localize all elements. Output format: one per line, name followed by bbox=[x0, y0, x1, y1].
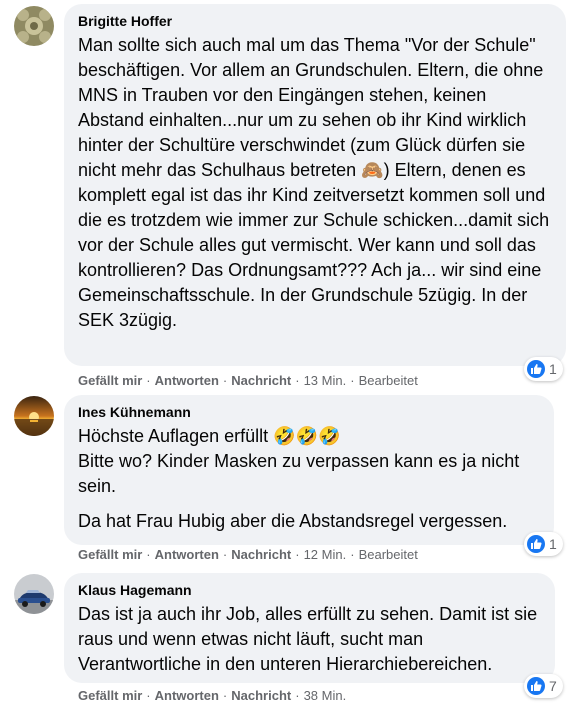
reaction-badge[interactable]: 1 bbox=[524, 357, 563, 381]
comment-author[interactable]: Brigitte Hoffer bbox=[78, 12, 552, 30]
comment-text: Höchste Auflagen erfüllt 🤣🤣🤣 Bitte wo? K… bbox=[78, 424, 540, 534]
comment-paragraph: Bitte wo? Kinder Masken zu verpassen kan… bbox=[78, 451, 520, 496]
comment-paragraph: Höchste Auflagen erfüllt 🤣🤣🤣 bbox=[78, 426, 341, 446]
thumbs-up-icon bbox=[527, 360, 545, 378]
message-button[interactable]: Nachricht bbox=[231, 547, 291, 562]
message-button[interactable]: Nachricht bbox=[231, 688, 291, 703]
reaction-count: 1 bbox=[549, 361, 557, 377]
reply-button[interactable]: Antworten bbox=[155, 688, 219, 703]
timestamp[interactable]: 13 Min. bbox=[304, 373, 347, 388]
comment-author[interactable]: Klaus Hagemann bbox=[78, 581, 541, 599]
reply-button[interactable]: Antworten bbox=[155, 547, 219, 562]
comment-paragraph: Man sollte sich auch mal um das Thema "V… bbox=[78, 35, 550, 330]
like-button[interactable]: Gefällt mir bbox=[78, 373, 142, 388]
comment-actions: Gefällt mir · Antworten · Nachricht · 12 Min. ·… bbox=[78, 547, 418, 562]
comment-bubble: Klaus Hagemann Das ist ja auch ihr Job, … bbox=[64, 573, 555, 683]
reaction-badge[interactable]: 1 bbox=[524, 532, 563, 556]
comment-bubble: Ines Kühnemann Höchste Auflagen erfüllt … bbox=[64, 395, 554, 545]
comment-paragraph: Da hat Frau Hubig aber die Abstandsregel… bbox=[78, 511, 508, 531]
avatar-ines-kuehnemann[interactable] bbox=[14, 396, 54, 436]
comment-paragraph: Das ist ja auch ihr Job, alles erfüllt z… bbox=[78, 604, 538, 674]
comment-author[interactable]: Ines Kühnemann bbox=[78, 403, 540, 421]
reaction-count: 1 bbox=[549, 536, 557, 552]
reply-button[interactable]: Antworten bbox=[155, 373, 219, 388]
comment-text: Man sollte sich auch mal um das Thema "V… bbox=[78, 33, 552, 333]
avatar-brigitte-hoffer[interactable] bbox=[14, 6, 54, 46]
avatar-klaus-hagemann[interactable] bbox=[14, 574, 54, 614]
like-button[interactable]: Gefällt mir bbox=[78, 688, 142, 703]
thumbs-up-icon bbox=[527, 677, 545, 695]
message-button[interactable]: Nachricht bbox=[231, 373, 291, 388]
edited-label: Bearbeitet bbox=[358, 373, 418, 388]
edited-label: Bearbeitet bbox=[358, 547, 418, 562]
like-button[interactable]: Gefällt mir bbox=[78, 547, 142, 562]
thumbs-up-icon bbox=[527, 535, 545, 553]
timestamp[interactable]: 38 Min. bbox=[304, 688, 347, 703]
comment-bubble: Brigitte Hoffer Man sollte sich auch mal… bbox=[64, 4, 566, 366]
comment-actions: Gefällt mir · Antworten · Nachricht · 13 Min. ·… bbox=[78, 373, 418, 388]
reaction-count: 7 bbox=[549, 678, 557, 694]
comment-actions: Gefällt mir · Antworten · Nachricht · 38 Min. bbox=[78, 688, 347, 703]
comment-text: Das ist ja auch ihr Job, alles erfüllt z… bbox=[78, 602, 541, 677]
reaction-badge[interactable]: 7 bbox=[524, 674, 563, 698]
timestamp[interactable]: 12 Min. bbox=[304, 547, 347, 562]
